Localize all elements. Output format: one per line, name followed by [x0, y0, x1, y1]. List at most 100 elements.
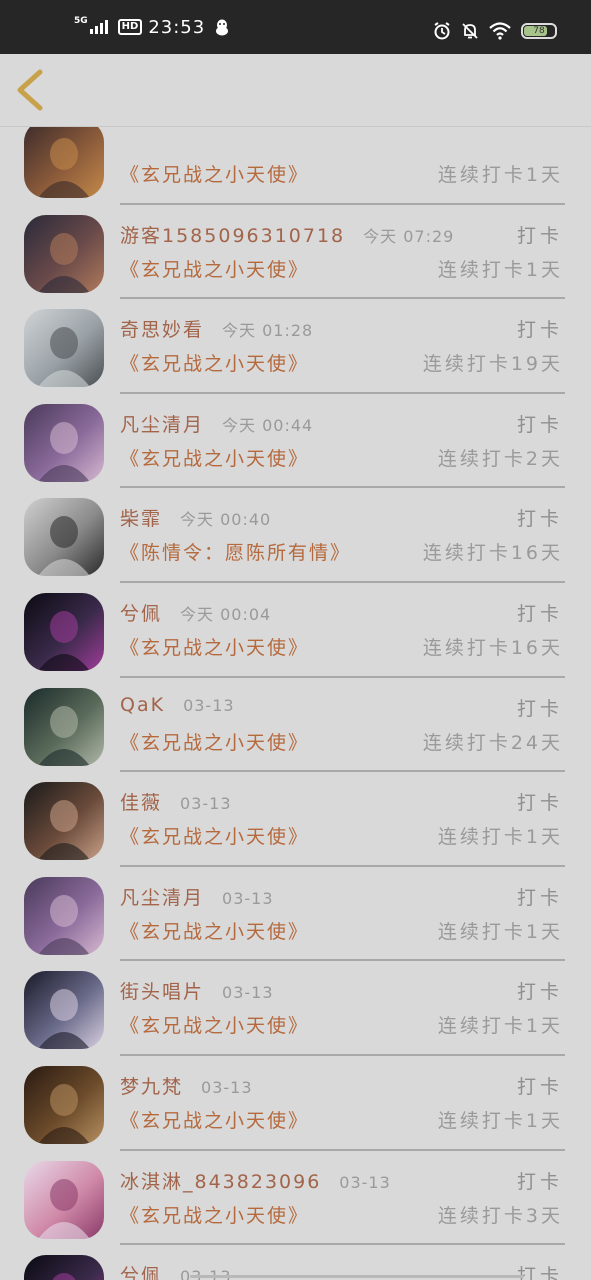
streak-text: 连续打卡1天: [437, 1109, 563, 1132]
wifi-icon: [489, 22, 511, 40]
user-name[interactable]: 奇思妙看: [120, 319, 204, 341]
bell-off-icon: [462, 23, 478, 39]
streak-text: 连续打卡16天: [422, 636, 563, 659]
list-item[interactable]: 凡尘清月 03-13 打卡 《玄兄战之小天使》 连续打卡1天: [0, 867, 591, 962]
checkin-time: 今天 00:44: [222, 415, 314, 435]
user-name[interactable]: 游客1585096310718: [120, 225, 345, 247]
book-title[interactable]: 《玄兄战之小天使》: [120, 917, 309, 944]
screen: 《玄兄战之小天使》 连续打卡1天 游客1585096310718 今天 07:29: [0, 0, 591, 1280]
user-name[interactable]: 街头唱片: [120, 981, 204, 1003]
checkin-time: 03-13: [180, 1267, 232, 1280]
streak-text: 连续打卡1天: [437, 1015, 563, 1038]
checkin-time: 03-13: [222, 983, 274, 1003]
streak-text: 连续打卡1天: [437, 826, 563, 849]
user-name-line: 柴霏 今天 00:40: [120, 504, 271, 531]
user-name-line: 奇思妙看 今天 01:28: [120, 315, 313, 342]
checkin-label: 打卡: [516, 1075, 563, 1098]
checkin-label: 打卡: [516, 886, 563, 909]
user-name-line: 梦九梵 03-13: [120, 1072, 253, 1099]
user-name[interactable]: 凡尘清月: [120, 414, 204, 436]
checkin-label: 打卡: [516, 224, 563, 247]
avatar[interactable]: [24, 782, 104, 861]
book-title[interactable]: 《玄兄战之小天使》: [120, 633, 309, 660]
list-item[interactable]: 佳薇 03-13 打卡 《玄兄战之小天使》 连续打卡1天: [0, 772, 591, 867]
user-name[interactable]: 凡尘清月: [120, 887, 204, 909]
checkin-time: 03-13: [183, 695, 235, 715]
list-item[interactable]: 奇思妙看 今天 01:28 打卡 《玄兄战之小天使》 连续打卡19天: [0, 299, 591, 394]
network-label: 5G: [74, 15, 88, 26]
list-item[interactable]: 梦九梵 03-13 打卡 《玄兄战之小天使》 连续打卡1天: [0, 1056, 591, 1151]
avatar[interactable]: [24, 120, 104, 198]
checkin-time: 今天 01:28: [222, 321, 314, 341]
user-name-line: 街头唱片 03-13: [120, 977, 274, 1004]
book-title[interactable]: 《玄兄战之小天使》: [120, 1106, 309, 1133]
checkin-time: 今天 00:40: [180, 510, 272, 530]
book-title[interactable]: 《玄兄战之小天使》: [120, 349, 309, 376]
user-name-line: 兮佩 今天 00:04: [120, 599, 271, 626]
avatar[interactable]: [24, 687, 104, 766]
avatar[interactable]: [24, 1065, 104, 1144]
user-name-line: 凡尘清月 03-13: [120, 883, 274, 910]
user-name-line: 游客1585096310718 今天 07:29: [120, 221, 454, 248]
status-bar: 5G HD 23:53 78: [0, 0, 591, 54]
checkin-label: 打卡: [516, 697, 563, 720]
avatar[interactable]: [24, 498, 104, 577]
list-item[interactable]: 兮佩 今天 00:04 打卡 《玄兄战之小天使》 连续打卡16天: [0, 583, 591, 678]
avatar[interactable]: [24, 214, 104, 293]
book-title[interactable]: 《玄兄战之小天使》: [120, 822, 309, 849]
checkin-label: 打卡: [516, 1265, 563, 1280]
avatar[interactable]: [24, 1255, 104, 1280]
avatar[interactable]: [24, 971, 104, 1050]
list-item[interactable]: 街头唱片 03-13 打卡 《玄兄战之小天使》 连续打卡1天: [0, 961, 591, 1056]
checkin-label: 打卡: [516, 413, 563, 436]
checkin-label: 打卡: [516, 319, 563, 342]
list-item[interactable]: 柴霏 今天 00:40 打卡 《陈情令：愿陈所有情》 连续打卡16天: [0, 488, 591, 583]
streak-text: 连续打卡19天: [422, 353, 563, 376]
list-item[interactable]: 游客1585096310718 今天 07:29 打卡 《玄兄战之小天使》 连续打…: [0, 205, 591, 300]
status-time: 23:53: [148, 16, 206, 38]
chevron-left-icon: [17, 69, 43, 111]
back-button[interactable]: [8, 66, 56, 114]
list-item[interactable]: 凡尘清月 今天 00:44 打卡 《玄兄战之小天使》 连续打卡2天: [0, 394, 591, 489]
user-name[interactable]: 兮佩: [120, 1265, 162, 1280]
checkin-time: 03-13: [201, 1077, 253, 1097]
user-name[interactable]: 佳薇: [120, 792, 162, 814]
streak-text: 连续打卡1天: [437, 258, 563, 281]
checkin-label: 打卡: [516, 1170, 563, 1193]
book-title[interactable]: 《玄兄战之小天使》: [120, 728, 309, 755]
user-name[interactable]: 兮佩: [120, 603, 162, 625]
list-item[interactable]: 冰淇淋_843823096 03-13 打卡 《玄兄战之小天使》 连续打卡3天: [0, 1151, 591, 1246]
user-name-line: 冰淇淋_843823096 03-13: [120, 1167, 391, 1194]
checkin-time: 03-13: [180, 794, 232, 814]
avatar[interactable]: [24, 1160, 104, 1239]
avatar[interactable]: [24, 403, 104, 482]
user-name[interactable]: 柴霏: [120, 508, 162, 530]
hd-badge: HD: [117, 19, 143, 35]
checkin-list: 《玄兄战之小天使》 连续打卡1天 游客1585096310718 今天 07:29: [0, 110, 591, 1280]
checkin-time: 03-13: [339, 1172, 391, 1192]
avatar[interactable]: [24, 876, 104, 955]
battery-level: 78: [533, 26, 545, 36]
qq-penguin-icon: [216, 19, 229, 35]
battery-icon: 78: [521, 23, 557, 39]
book-title[interactable]: 《玄兄战之小天使》: [120, 255, 309, 282]
book-title[interactable]: 《玄兄战之小天使》: [120, 160, 309, 187]
book-title[interactable]: 《玄兄战之小天使》: [120, 1201, 309, 1228]
user-name[interactable]: 冰淇淋_843823096: [120, 1171, 321, 1193]
book-title[interactable]: 《玄兄战之小天使》: [120, 444, 309, 471]
streak-text: 连续打卡3天: [437, 1204, 563, 1227]
user-name[interactable]: 梦九梵: [120, 1076, 183, 1098]
avatar[interactable]: [24, 592, 104, 671]
book-title[interactable]: 《陈情令：愿陈所有情》: [120, 538, 351, 565]
checkin-time: 今天 07:29: [363, 226, 455, 246]
user-name-line: QaK 03-13: [120, 694, 235, 716]
header: [0, 54, 591, 127]
user-name-line: [120, 126, 138, 148]
streak-text: 连续打卡1天: [437, 920, 563, 943]
checkin-label: 打卡: [516, 602, 563, 625]
avatar[interactable]: [24, 309, 104, 388]
streak-text: 连续打卡24天: [422, 731, 563, 754]
list-item[interactable]: QaK 03-13 打卡 《玄兄战之小天使》 连续打卡24天: [0, 678, 591, 773]
user-name[interactable]: QaK: [120, 694, 165, 716]
book-title[interactable]: 《玄兄战之小天使》: [120, 1011, 309, 1038]
